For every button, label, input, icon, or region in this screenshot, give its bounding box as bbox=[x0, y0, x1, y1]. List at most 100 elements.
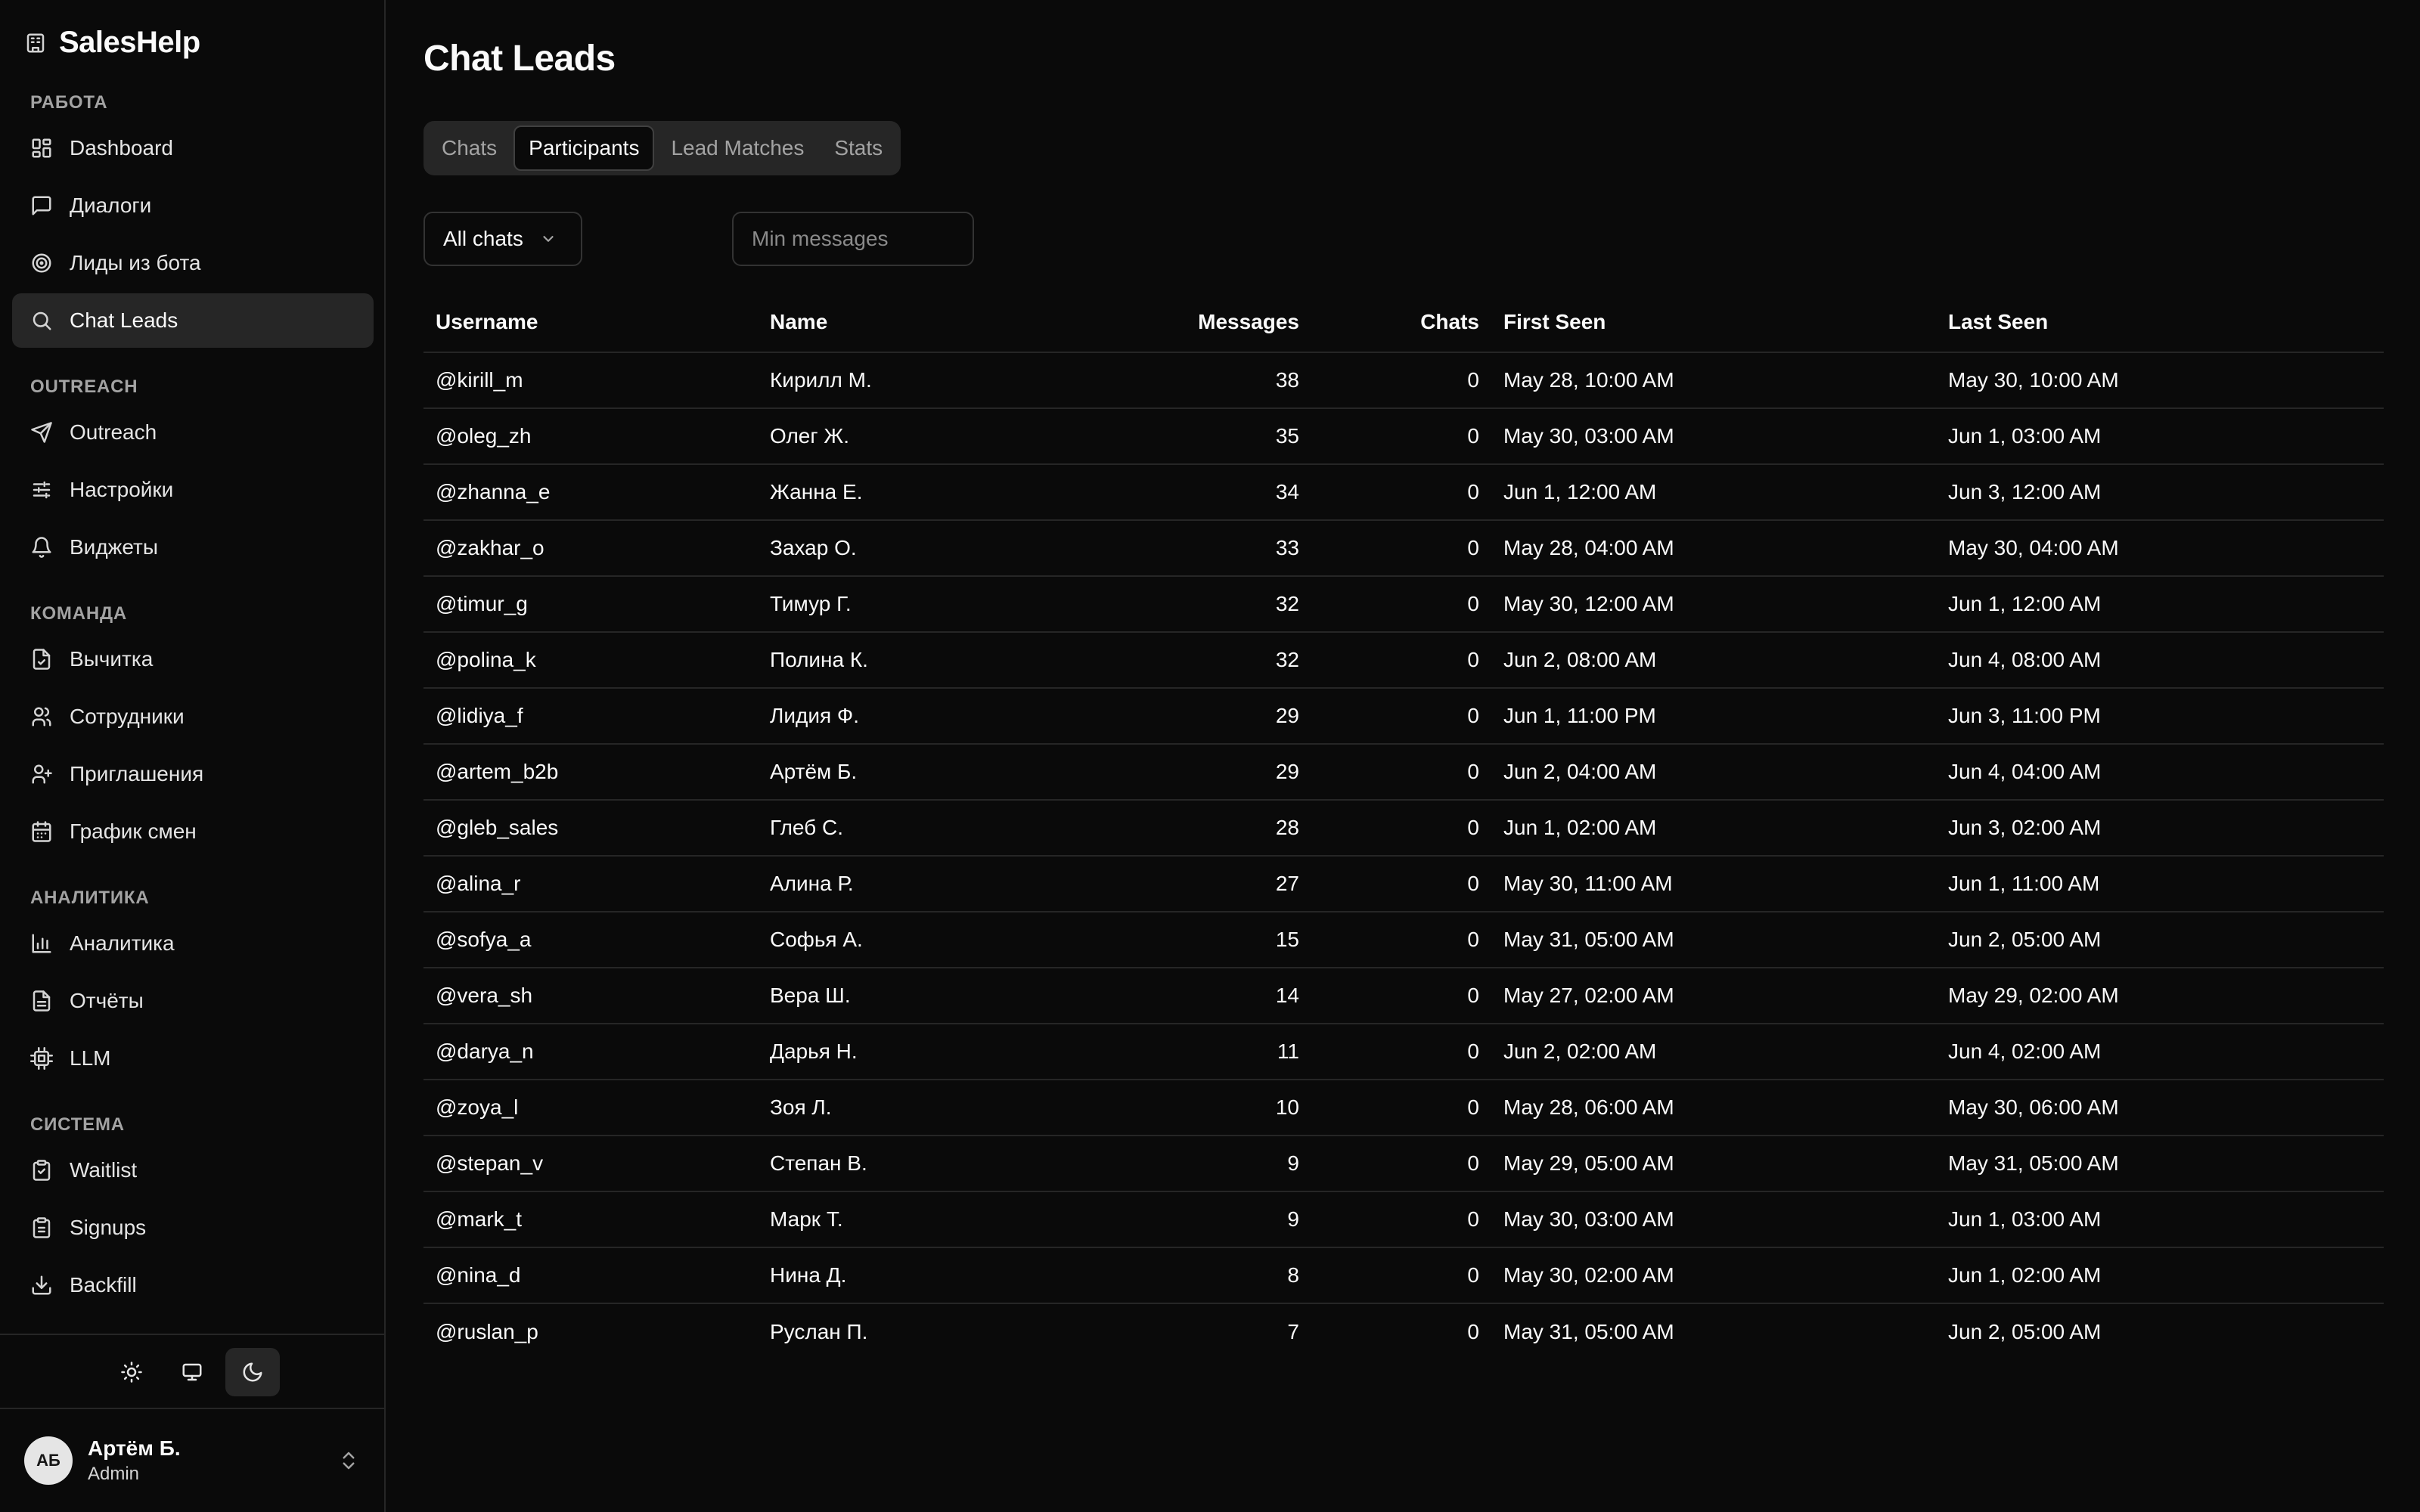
last-seen-cell: May 31, 05:00 AM bbox=[1936, 1136, 2384, 1192]
sidebar-item-bell[interactable]: Виджеты bbox=[12, 520, 374, 575]
first-seen-cell: May 28, 04:00 AM bbox=[1491, 520, 1936, 577]
messages-cell: 9 bbox=[1128, 1191, 1311, 1248]
table-row[interactable]: @mark_t Марк Т. 9 0 May 30, 03:00 AM Jun 1, 0… bbox=[424, 1191, 2384, 1248]
sidebar-item-send[interactable]: Outreach bbox=[12, 405, 374, 460]
column-header-first-seen[interactable]: First Seen bbox=[1491, 292, 1936, 353]
table-row[interactable]: @darya_n Дарья Н. 11 0 Jun 2, 02:00 AM Jun 4,… bbox=[424, 1024, 2384, 1080]
sidebar-item-dashboard[interactable]: Dashboard bbox=[12, 121, 374, 175]
first-seen-cell: May 30, 12:00 AM bbox=[1491, 576, 1936, 633]
sidebar-item-search[interactable]: Chat Leads bbox=[12, 293, 374, 348]
sidebar-item-clipboard[interactable]: Waitlist bbox=[12, 1143, 374, 1198]
sidebar-item-label: Настройки bbox=[70, 478, 174, 501]
theme-system-button[interactable] bbox=[165, 1348, 219, 1396]
column-header-last-seen[interactable]: Last Seen bbox=[1936, 292, 2384, 353]
user-role: Admin bbox=[88, 1464, 140, 1484]
chats-cell: 0 bbox=[1311, 1136, 1491, 1192]
name-cell: Зоя Л. bbox=[758, 1080, 1128, 1136]
first-seen-cell: Jun 2, 08:00 AM bbox=[1491, 632, 1936, 689]
username-cell: @sofya_a bbox=[424, 912, 758, 968]
tab-participants[interactable]: Participants bbox=[513, 125, 655, 171]
table-row[interactable]: @ruslan_p Руслан П. 7 0 May 31, 05:00 AM Jun … bbox=[424, 1303, 2384, 1359]
last-seen-cell: May 30, 06:00 AM bbox=[1936, 1080, 2384, 1136]
sliders-icon bbox=[33, 481, 51, 499]
column-header-messages[interactable]: Messages bbox=[1128, 292, 1311, 353]
sidebar-item-bar-chart[interactable]: Аналитика bbox=[12, 916, 374, 971]
messages-cell: 28 bbox=[1128, 800, 1311, 857]
table-row[interactable]: @sofya_a Софья А. 15 0 May 31, 05:00 AM Jun 2… bbox=[424, 912, 2384, 968]
sidebar-item-target[interactable]: Лиды из бота bbox=[12, 236, 374, 290]
sidebar-item-gear[interactable]: Настройки bbox=[12, 1315, 374, 1326]
first-seen-cell: May 30, 02:00 AM bbox=[1491, 1247, 1936, 1304]
column-header-name[interactable]: Name bbox=[758, 292, 1128, 353]
table-row[interactable]: @timur_g Тимур Г. 32 0 May 30, 12:00 AM Jun 1… bbox=[424, 576, 2384, 633]
first-seen-cell: May 30, 03:00 AM bbox=[1491, 1191, 1936, 1248]
sidebar-item-clipboard-list[interactable]: Signups bbox=[12, 1201, 374, 1255]
sidebar-nav: РАБОТА Dashboard Диалоги Лиды из бота Chat L… bbox=[12, 79, 374, 1326]
sidebar-item-label: Вычитка bbox=[70, 647, 154, 671]
sidebar-item-file-check[interactable]: Вычитка bbox=[12, 632, 374, 686]
sidebar-item-download[interactable]: Backfill bbox=[12, 1258, 374, 1312]
dashboard-icon bbox=[32, 138, 51, 158]
sidebar-item-cpu[interactable]: LLM bbox=[12, 1031, 374, 1086]
table-row[interactable]: @vera_sh Вера Ш. 14 0 May 27, 02:00 AM May 29… bbox=[424, 968, 2384, 1024]
tab-chats[interactable]: Chats bbox=[428, 125, 510, 171]
sidebar-item-file-text[interactable]: Отчёты bbox=[12, 974, 374, 1028]
chats-cell: 0 bbox=[1311, 520, 1491, 577]
column-header-chats[interactable]: Chats bbox=[1311, 292, 1491, 353]
user-menu[interactable]: АБ Артём Б. Admin bbox=[0, 1408, 384, 1512]
tab-stats[interactable]: Stats bbox=[821, 125, 896, 171]
table-row[interactable]: @polina_k Полина К. 32 0 Jun 2, 08:00 AM Jun … bbox=[424, 632, 2384, 689]
theme-dark-button[interactable] bbox=[225, 1348, 280, 1396]
sidebar-item-user-plus[interactable]: Приглашения bbox=[12, 747, 374, 801]
name-cell: Руслан П. bbox=[770, 1319, 868, 1343]
column-header-username[interactable]: Username bbox=[424, 292, 758, 353]
theme-light-button[interactable] bbox=[104, 1348, 159, 1396]
brand[interactable]: SalesHelp bbox=[24, 26, 200, 60]
sidebar-item-calendar[interactable]: График смен bbox=[12, 804, 374, 859]
messages-cell: 34 bbox=[1128, 464, 1311, 521]
messages-cell: 29 bbox=[1128, 688, 1311, 745]
username-cell: @zakhar_o bbox=[424, 520, 758, 577]
bar-chart-icon bbox=[32, 934, 51, 953]
last-seen-cell: Jun 1, 03:00 AM bbox=[1936, 1191, 2384, 1248]
table-row[interactable]: @lidiya_f Лидия Ф. 29 0 Jun 1, 11:00 PM Jun 3… bbox=[424, 688, 2384, 745]
sidebar-item-label: LLM bbox=[70, 1046, 111, 1070]
username-cell: @zhanna_e bbox=[424, 464, 758, 521]
min-messages-input[interactable] bbox=[732, 212, 974, 266]
sun-icon bbox=[121, 1362, 142, 1383]
chats-cell: 0 bbox=[1311, 1024, 1491, 1080]
name-cell: Полина К. bbox=[758, 632, 1128, 689]
messages-cell: 9 bbox=[1128, 1136, 1311, 1192]
last-seen-cell: Jun 1, 02:00 AM bbox=[1936, 1247, 2384, 1304]
messages-cell: 33 bbox=[1128, 520, 1311, 577]
table-row[interactable]: @zoya_l Зоя Л. 10 0 May 28, 06:00 AM May 30, … bbox=[424, 1080, 2384, 1136]
table-row[interactable]: @zhanna_e Жанна Е. 34 0 Jun 1, 12:00 AM Jun 3… bbox=[424, 464, 2384, 521]
username-cell: @alina_r bbox=[424, 856, 758, 912]
sidebar-section-title: КОМАНДА bbox=[30, 603, 128, 624]
page-title: Chat Leads bbox=[424, 39, 616, 79]
sidebar-section-title: РАБОТА bbox=[30, 92, 108, 113]
table-row[interactable]: @artem_b2b Артём Б. 29 0 Jun 2, 04:00 AM Jun … bbox=[424, 744, 2384, 801]
chats-cell: 0 bbox=[1311, 912, 1491, 968]
table-row[interactable]: @nina_d Нина Д. 8 0 May 30, 02:00 AM Jun 1, 0… bbox=[424, 1247, 2384, 1304]
search-icon bbox=[33, 311, 51, 330]
first-seen-cell: May 29, 05:00 AM bbox=[1491, 1136, 1936, 1192]
sidebar-item-message[interactable]: Диалоги bbox=[12, 178, 374, 233]
messages-cell: 8 bbox=[1128, 1247, 1311, 1304]
username-cell: @kirill_m bbox=[424, 352, 758, 409]
table-row[interactable]: @stepan_v Степан В. 9 0 May 29, 05:00 AM May … bbox=[424, 1136, 2384, 1192]
chats-cell: 0 bbox=[1311, 464, 1491, 521]
chat-filter-select[interactable]: All chats bbox=[424, 212, 582, 266]
table-row[interactable]: @zakhar_o Захар О. 33 0 May 28, 04:00 AM May … bbox=[424, 520, 2384, 577]
table-row[interactable]: @oleg_zh Олег Ж. 35 0 May 30, 03:00 AM Jun 1,… bbox=[424, 408, 2384, 465]
first-seen-cell: May 28, 06:00 AM bbox=[1491, 1080, 1936, 1136]
username-cell: @gleb_sales bbox=[424, 800, 758, 857]
name-cell: Марк Т. bbox=[758, 1191, 1128, 1248]
table-row[interactable]: @gleb_sales Глеб С. 28 0 Jun 1, 02:00 AM Jun … bbox=[424, 800, 2384, 857]
table-row[interactable]: @alina_r Алина Р. 27 0 May 30, 11:00 AM Jun 1… bbox=[424, 856, 2384, 912]
tab-lead-matches[interactable]: Lead Matches bbox=[657, 125, 818, 171]
sidebar-item-sliders[interactable]: Настройки bbox=[12, 463, 374, 517]
table-row[interactable]: @kirill_m Кирилл М. 38 0 May 28, 10:00 AM May… bbox=[424, 352, 2384, 409]
sidebar-item-users[interactable]: Сотрудники bbox=[12, 689, 374, 744]
sidebar-item-label: Приглашения bbox=[70, 762, 204, 785]
